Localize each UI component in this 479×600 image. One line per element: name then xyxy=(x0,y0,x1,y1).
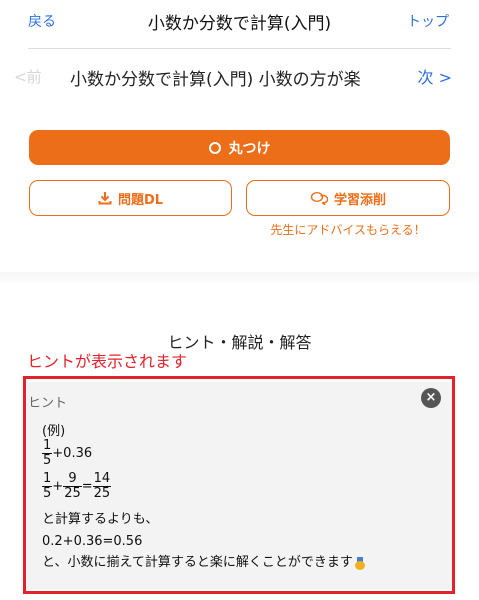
problem-title: 小数か分数で計算(入門) 小数の方が楽 xyxy=(70,70,361,90)
hint-text-2: 0.2+0.36=0.56 xyxy=(42,534,143,549)
prev-link[interactable]: <前 xyxy=(14,66,42,87)
circle-icon xyxy=(208,141,221,154)
mark-button-label: 丸つけ xyxy=(228,140,271,157)
chat-bubbles-icon xyxy=(310,191,328,205)
medal-icon xyxy=(354,556,365,570)
advice-note: 先生にアドバイスもらえる！ xyxy=(270,223,426,237)
fraction: 1 5 xyxy=(42,471,53,501)
download-button[interactable]: 問題DL xyxy=(29,180,232,216)
hint-text-3-row: と、小数に揃えて計算すると楽に解くことができます xyxy=(42,555,365,570)
hint-text-1: と計算するよりも、 xyxy=(42,512,159,527)
next-link[interactable]: 次 > xyxy=(418,64,453,88)
fraction: 14 25 xyxy=(92,471,112,501)
hint-line-1: 1 5 +0.36 xyxy=(42,438,93,468)
top-link[interactable]: トップ xyxy=(407,11,449,31)
nav-divider xyxy=(28,48,451,49)
review-button[interactable]: 学習添削 xyxy=(246,180,450,216)
section-separator xyxy=(0,272,479,286)
review-button-label: 学習添削 xyxy=(333,192,386,208)
download-icon xyxy=(98,192,112,205)
example-label: (例) xyxy=(42,424,66,439)
fraction: 1 5 xyxy=(42,438,53,468)
hint-annotation: ヒントが表示されます xyxy=(27,352,188,371)
mark-button[interactable]: 丸つけ xyxy=(29,130,450,165)
fraction: 9 25 xyxy=(63,471,82,501)
close-icon[interactable]: × xyxy=(421,388,441,408)
download-button-label: 問題DL xyxy=(117,192,164,208)
hint-label: ヒント xyxy=(28,396,68,411)
hint-text-3: と、小数に揃えて計算すると楽に解くことができます xyxy=(42,555,353,570)
hint-line-2: 1 5 + 9 25 = 14 25 xyxy=(42,471,112,501)
